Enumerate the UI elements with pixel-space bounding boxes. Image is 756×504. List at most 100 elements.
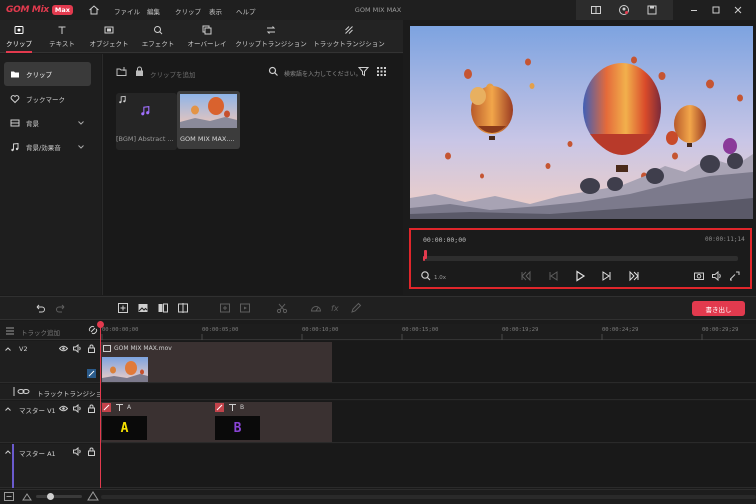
timeline-toolbar bbox=[0, 296, 756, 320]
close-icon[interactable] bbox=[732, 4, 744, 16]
speaker-icon[interactable] bbox=[73, 404, 82, 413]
export-button[interactable]: 書き出し bbox=[692, 301, 745, 316]
collapse-icon[interactable] bbox=[4, 345, 12, 353]
track-transition-icon bbox=[345, 26, 353, 34]
link-icon[interactable] bbox=[88, 325, 98, 335]
music-icon bbox=[11, 142, 19, 152]
tab-overlay-label: オーバーレイ bbox=[187, 40, 227, 48]
maximize-icon[interactable] bbox=[710, 4, 722, 16]
layout-icon[interactable] bbox=[590, 4, 602, 16]
tab-text[interactable]: テキスト bbox=[44, 20, 80, 53]
zoom-icon[interactable] bbox=[420, 270, 432, 282]
preview-video[interactable] bbox=[410, 26, 753, 219]
current-time: 00:00:00;00 bbox=[423, 236, 467, 244]
track-list-icon[interactable] bbox=[5, 326, 15, 336]
collapse-icon[interactable] bbox=[4, 448, 12, 456]
seek-handle[interactable] bbox=[424, 250, 427, 259]
image-icon[interactable] bbox=[137, 302, 149, 314]
grid-view-icon[interactable] bbox=[376, 66, 387, 77]
lock-icon[interactable] bbox=[87, 404, 96, 413]
chevron-down-icon[interactable] bbox=[77, 143, 85, 151]
redo-icon[interactable] bbox=[55, 302, 67, 314]
next-frame-icon[interactable] bbox=[601, 270, 613, 282]
overlay-icon bbox=[202, 25, 212, 35]
text-icon bbox=[58, 26, 66, 34]
tab-object[interactable]: オブジェクト bbox=[88, 20, 130, 53]
text-edit-icon[interactable] bbox=[215, 403, 224, 412]
zoom-in-icon[interactable] bbox=[87, 491, 99, 501]
zoom-out-icon[interactable] bbox=[22, 492, 32, 501]
eye-icon[interactable] bbox=[59, 344, 68, 353]
account-icon[interactable] bbox=[618, 4, 630, 16]
zoom-slider[interactable] bbox=[36, 495, 82, 498]
caption-clip-a[interactable]: A bbox=[102, 416, 147, 440]
playhead-handle[interactable] bbox=[97, 321, 104, 328]
tab-effect[interactable]: エフェクト bbox=[140, 20, 176, 53]
ruler-label: 00:00:19;29 bbox=[502, 327, 539, 333]
fx-icon[interactable]: fx bbox=[330, 302, 342, 314]
search-input[interactable]: 検索語を入力してください。 bbox=[284, 69, 362, 78]
track-header-v2[interactable] bbox=[0, 341, 100, 383]
skip-to-start-icon[interactable] bbox=[520, 270, 532, 282]
lock-icon[interactable] bbox=[87, 447, 96, 456]
horizontal-scrollbar[interactable] bbox=[101, 495, 756, 499]
tab-text-label: テキスト bbox=[49, 40, 75, 48]
speed-icon[interactable] bbox=[310, 302, 322, 314]
tab-clip-transition[interactable]: クリップトランジション bbox=[235, 20, 307, 53]
fit-timeline-icon[interactable] bbox=[4, 492, 14, 501]
insert-icon[interactable] bbox=[219, 302, 231, 314]
resize-handle-icon[interactable] bbox=[87, 369, 96, 378]
add-track-button[interactable]: トラック追加 bbox=[21, 327, 60, 337]
edit-pen-icon[interactable] bbox=[350, 302, 362, 314]
track-lane-a1[interactable] bbox=[100, 444, 756, 488]
tab-track-transition[interactable]: トラックトランジション bbox=[313, 20, 385, 53]
tab-clip[interactable]: クリップ bbox=[2, 20, 36, 53]
snapshot-icon[interactable] bbox=[693, 270, 705, 282]
save-icon[interactable] bbox=[646, 4, 658, 16]
zoom-slider-knob[interactable] bbox=[47, 493, 54, 500]
caption-clip-b[interactable]: B bbox=[215, 416, 260, 440]
text-edit-icon[interactable] bbox=[102, 403, 111, 412]
add-media-icon[interactable] bbox=[117, 302, 129, 314]
seek-bar[interactable] bbox=[423, 256, 738, 261]
prev-frame-icon[interactable] bbox=[547, 270, 559, 282]
fullscreen-icon[interactable] bbox=[729, 270, 741, 282]
track-lane-transition[interactable] bbox=[100, 384, 756, 400]
play-icon[interactable] bbox=[574, 270, 586, 282]
add-clip-label[interactable]: クリップを追加 bbox=[150, 69, 196, 79]
tab-overlay[interactable]: オーバーレイ bbox=[186, 20, 228, 53]
tab-clip-transition-label: クリップトランジション bbox=[235, 40, 307, 48]
trim-icon[interactable] bbox=[177, 302, 189, 314]
sidebar-item-bookmark[interactable]: ブックマーク bbox=[4, 87, 91, 111]
search-icon[interactable] bbox=[268, 66, 279, 77]
ruler-label: 00:00:05;00 bbox=[202, 327, 239, 333]
collapse-icon[interactable] bbox=[4, 405, 12, 413]
minimize-icon[interactable] bbox=[688, 4, 700, 16]
text-icon bbox=[115, 403, 124, 412]
split-icon[interactable] bbox=[157, 302, 169, 314]
chevron-down-icon[interactable] bbox=[77, 119, 85, 127]
sidebar-item-background[interactable]: 背景 bbox=[4, 111, 91, 135]
lock-icon[interactable] bbox=[87, 344, 96, 353]
video-clip[interactable]: GOM MIX MAX.mov bbox=[101, 342, 332, 382]
sidebar-item-bgm-sfx[interactable]: 背景/効果音 bbox=[4, 135, 91, 159]
speaker-icon[interactable] bbox=[73, 344, 82, 353]
sidebar-item-clip[interactable]: クリップ bbox=[4, 62, 91, 86]
media-item-video[interactable]: GOM MIX MAX.... bbox=[177, 91, 240, 149]
filter-icon[interactable] bbox=[358, 66, 369, 77]
eye-icon[interactable] bbox=[59, 404, 68, 413]
lock-icon[interactable] bbox=[134, 66, 145, 77]
playhead[interactable] bbox=[100, 321, 101, 488]
cut-icon[interactable] bbox=[276, 302, 288, 314]
zoom-level[interactable]: 1.0x bbox=[434, 275, 446, 281]
speaker-icon[interactable] bbox=[73, 447, 82, 456]
skip-to-end-icon[interactable] bbox=[628, 270, 640, 282]
audio-track-marker bbox=[12, 444, 14, 488]
sidebar-item-label: ブックマーク bbox=[26, 96, 65, 104]
undo-icon[interactable] bbox=[34, 302, 46, 314]
volume-icon[interactable] bbox=[711, 270, 723, 282]
track-name: V2 bbox=[19, 345, 28, 353]
import-folder-icon[interactable] bbox=[116, 66, 127, 77]
freeze-frame-icon[interactable] bbox=[239, 302, 251, 314]
ruler-label: 00:00:00;00 bbox=[102, 327, 139, 333]
